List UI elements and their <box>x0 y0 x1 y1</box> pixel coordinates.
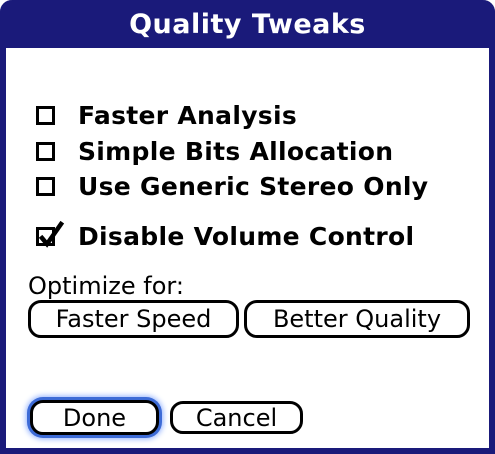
option-disable-volume-control[interactable]: Disable Volume Control <box>36 220 415 251</box>
option-use-generic-stereo-only[interactable]: Use Generic Stereo Only <box>36 172 428 201</box>
checkbox-unchecked-icon[interactable] <box>36 142 55 161</box>
option-label: Disable Volume Control <box>78 222 415 251</box>
option-faster-analysis[interactable]: Faster Analysis <box>36 101 297 130</box>
option-label: Simple Bits Allocation <box>78 137 394 166</box>
done-button[interactable]: Done <box>30 400 159 435</box>
checkbox-unchecked-icon[interactable] <box>36 106 55 125</box>
faster-speed-button[interactable]: Faster Speed <box>28 300 239 338</box>
checkbox-unchecked-icon[interactable] <box>36 177 55 196</box>
checkmark-icon <box>38 220 65 248</box>
option-label: Use Generic Stereo Only <box>78 172 429 201</box>
option-label: Faster Analysis <box>78 101 298 130</box>
optimize-for-label: Optimize for: <box>28 272 184 300</box>
checkbox-checked-icon[interactable] <box>36 220 65 248</box>
option-simple-bits-allocation[interactable]: Simple Bits Allocation <box>36 137 393 166</box>
better-quality-button[interactable]: Better Quality <box>244 300 470 338</box>
quality-tweaks-dialog: Quality Tweaks Faster Analysis Simple Bi… <box>0 0 495 454</box>
dialog-title: Quality Tweaks <box>0 0 495 48</box>
cancel-button[interactable]: Cancel <box>170 401 303 434</box>
